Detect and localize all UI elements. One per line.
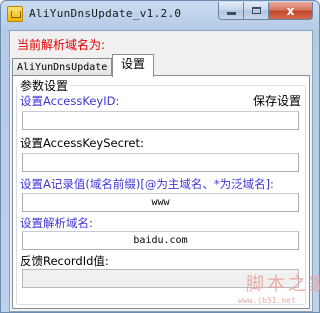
title-bar[interactable]: AliYunDnsUpdate_v1.2.0 x bbox=[1, 1, 319, 28]
caption-buttons: x bbox=[218, 2, 313, 21]
app-folder-icon bbox=[7, 6, 23, 22]
maximize-icon bbox=[251, 7, 261, 14]
watermark-url: www.jb51.net bbox=[238, 296, 296, 305]
close-button[interactable]: x bbox=[269, 2, 313, 20]
minimize-button[interactable] bbox=[218, 2, 244, 20]
tab-aliyundnsupdate[interactable]: AliYunDnsUpdate bbox=[12, 58, 113, 76]
group-title: 参数设置 bbox=[18, 77, 71, 94]
a-record-input[interactable] bbox=[22, 193, 299, 212]
app-window: AliYunDnsUpdate_v1.2.0 x 当前解析域名为: AliYun… bbox=[0, 0, 320, 313]
close-icon: x bbox=[286, 3, 295, 18]
save-settings-button[interactable]: 保存设置 bbox=[253, 92, 301, 109]
watermark-logo-text: 脚本之家 bbox=[246, 274, 320, 295]
domain-name-input[interactable] bbox=[22, 231, 299, 250]
maximize-button[interactable] bbox=[244, 2, 269, 20]
window-title: AliYunDnsUpdate_v1.2.0 bbox=[29, 7, 182, 20]
domain-name-label: 设置解析域名: bbox=[20, 216, 93, 230]
tab-settings[interactable]: 设置 bbox=[112, 54, 155, 77]
record-id-label: 反馈RecordId值: bbox=[20, 254, 109, 268]
access-key-id-input[interactable] bbox=[22, 111, 299, 130]
access-key-secret-input[interactable] bbox=[22, 153, 299, 172]
current-domain-label: 当前解析域名为: bbox=[17, 38, 106, 52]
minimize-icon bbox=[226, 12, 236, 15]
access-key-id-label: 设置AccessKeyID: bbox=[20, 94, 120, 108]
access-key-secret-label: 设置AccessKeySecret: bbox=[20, 136, 144, 150]
a-record-label: 设置A记录值(域名前缀)[@为主域名、*为泛域名]: bbox=[20, 177, 274, 191]
